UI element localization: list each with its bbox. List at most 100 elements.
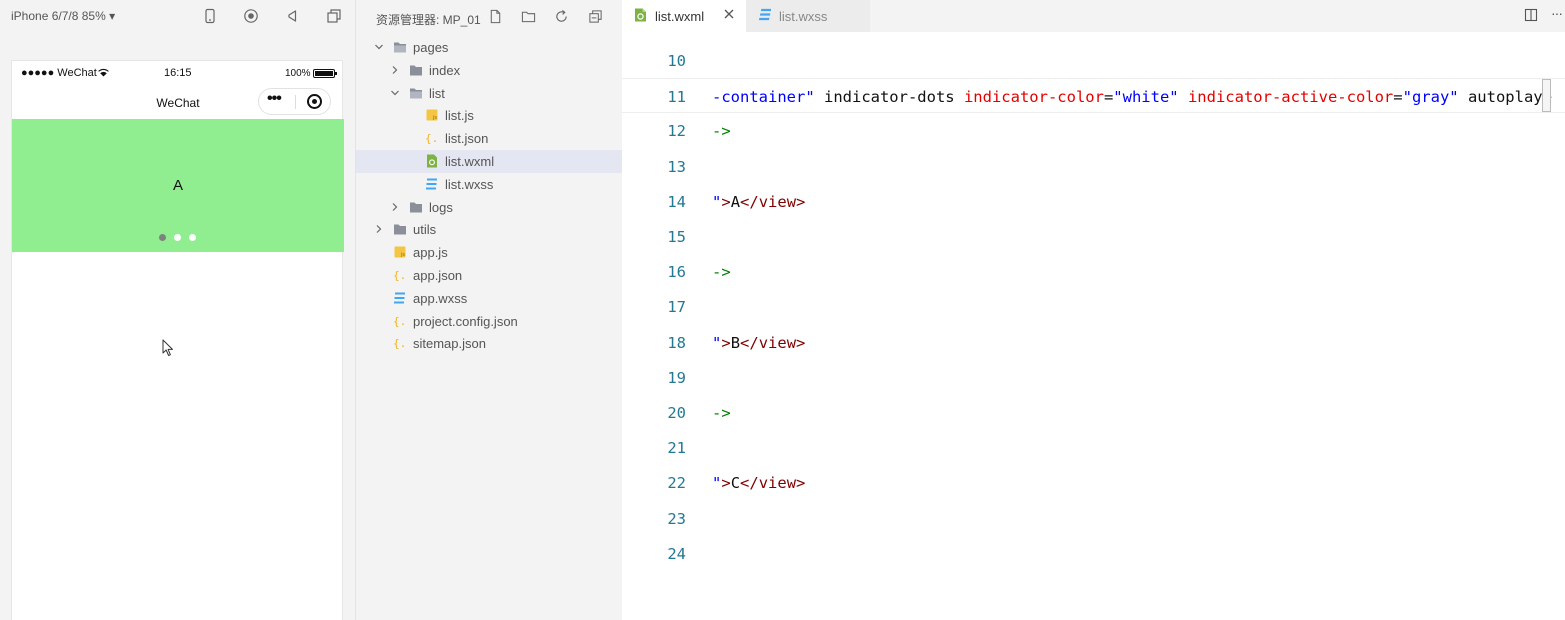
code-token: " (712, 192, 722, 211)
tree-item-list-js[interactable]: js list.js (356, 104, 623, 127)
tree-item-index[interactable]: index (356, 59, 623, 82)
code-area[interactable]: 10 11 -container" indicator-dots indicator… (622, 43, 1565, 620)
close-icon[interactable] (722, 7, 736, 21)
tree-item-label: app.wxss (413, 290, 468, 306)
phone-icon[interactable] (202, 8, 218, 24)
mouse-cursor-icon (162, 339, 173, 356)
line-number: 22 (667, 474, 686, 493)
phone-screen: ●●●●● WeChat 16:15 100% WeChat ••• A (11, 60, 344, 620)
tree-item-project-config-json[interactable]: {..} project.config.json (356, 310, 623, 333)
simulator-panel: iPhone 6/7/8 85% ▾ ●●●●● WeChat 16:15 10… (0, 0, 355, 620)
code-token: " (712, 474, 722, 493)
code-line[interactable]: 23 (622, 501, 1565, 536)
refresh-icon[interactable] (554, 9, 569, 24)
tree-item-label: index (429, 62, 461, 78)
swiper-dot[interactable] (189, 234, 196, 241)
more-dots-icon[interactable]: ••• (267, 90, 282, 108)
tab-list-wxml[interactable]: list.wxml (622, 0, 746, 32)
code-line[interactable]: 20 -> (622, 395, 1565, 430)
folder-open-icon (394, 42, 406, 53)
tab-label: list.wxml (655, 9, 705, 24)
code-line[interactable]: 22 ">C</view> (622, 465, 1565, 500)
chevron-right-icon[interactable] (390, 202, 400, 212)
tree-item-pages[interactable]: pages (356, 36, 623, 59)
code-line[interactable]: 15 (622, 219, 1565, 254)
tree-item-list-wxml[interactable]: list.wxml (356, 150, 623, 173)
chevron-right-icon[interactable] (390, 65, 400, 75)
code-token: -container" (712, 88, 815, 107)
more-actions-icon[interactable]: ··· (1551, 5, 1563, 21)
chevron-right-icon[interactable] (374, 224, 384, 234)
tree-item-utils[interactable]: utils (356, 218, 623, 241)
line-number: 17 (667, 298, 686, 317)
line-number: 14 (667, 192, 686, 211)
code-line[interactable]: 24 (622, 536, 1565, 571)
tree-item-label: project.config.json (413, 313, 518, 329)
line-number: 21 (667, 439, 686, 458)
tree-item-list-wxss[interactable]: list.wxss (356, 173, 623, 196)
status-bar: ●●●●● WeChat 16:15 100% (12, 61, 344, 85)
tree-item-label: list.wxml (445, 154, 495, 169)
tree-item-sitemap-json[interactable]: {..} sitemap.json (356, 332, 623, 355)
carrier-label: ●●●●● WeChat (21, 67, 109, 79)
explorer-panel: 资源管理器: MP_01 pages index list js list.js {..}… (355, 0, 623, 620)
chevron-down-icon[interactable] (390, 88, 400, 98)
code-line[interactable]: 14 ">A</view> (622, 184, 1565, 219)
json-file-icon: {..} (393, 337, 407, 350)
split-editor-icon[interactable] (1524, 8, 1538, 22)
swiper-item-text: A (172, 177, 183, 194)
record-icon[interactable] (243, 8, 259, 24)
code-line[interactable]: 21 (622, 430, 1565, 465)
code-line[interactable]: 13 (622, 149, 1565, 184)
editor-tab-bar: list.wxml list.wxss ··· (622, 0, 1565, 32)
swiper-dot[interactable] (174, 234, 181, 241)
code-token: </view> (740, 333, 806, 352)
menu-capsule[interactable]: ••• (258, 88, 331, 115)
tree-item-app-json[interactable]: {..} app.json (356, 264, 623, 287)
new-file-icon[interactable] (488, 9, 503, 24)
line-content: -> (712, 404, 731, 422)
tree-item-list-json[interactable]: {..} list.json (356, 127, 623, 150)
swiper-dot[interactable] (159, 234, 166, 241)
tree-item-list[interactable]: list (356, 82, 623, 105)
code-line[interactable]: 12 -> (622, 113, 1565, 148)
explorer-title: 资源管理器: MP_01 (376, 13, 481, 27)
code-token: > (721, 192, 731, 211)
battery-percent: 100% (285, 68, 311, 79)
close-miniprogram-icon[interactable] (307, 94, 322, 109)
chevron-down-icon[interactable] (374, 42, 384, 52)
new-folder-icon[interactable] (521, 9, 536, 24)
line-number: 10 (667, 52, 686, 70)
volume-icon[interactable] (284, 8, 300, 24)
tree-item-label: list.js (445, 108, 474, 124)
explorer-header: 资源管理器: MP_01 (356, 0, 623, 34)
device-select[interactable]: iPhone 6/7/8 85% ▾ (11, 9, 115, 23)
line-content: ">A</view> (712, 193, 805, 211)
code-line[interactable]: 10 (622, 43, 1565, 78)
tree-item-label: list (429, 85, 445, 101)
code-editor: list.wxml list.wxss ··· 10 11 -container" … (622, 0, 1565, 620)
swiper[interactable]: A (12, 119, 344, 252)
code-line[interactable]: 11 -container" indicator-dots indicator-c… (622, 78, 1565, 114)
line-number: 16 (667, 263, 686, 282)
line-number: 15 (667, 228, 686, 246)
tree-item-app-js[interactable]: js app.js (356, 241, 623, 264)
collapse-all-icon[interactable] (588, 9, 603, 24)
tree-item-app-wxss[interactable]: app.wxss (356, 287, 623, 310)
line-content: -> (712, 263, 731, 281)
detach-window-icon[interactable] (326, 8, 342, 24)
code-line[interactable]: 16 -> (622, 254, 1565, 289)
tab-list-wxss[interactable]: list.wxss (746, 0, 870, 32)
code-token: indicator-dots (814, 88, 964, 107)
tree-item-logs[interactable]: logs (356, 196, 623, 219)
js-file-icon: js (426, 109, 438, 121)
code-token: > (721, 333, 731, 352)
line-number: 18 (667, 333, 686, 352)
tab-label: list.wxss (779, 9, 828, 24)
line-number: 11 (667, 88, 686, 107)
status-time: 16:15 (164, 67, 192, 79)
code-line[interactable]: 18 ">B</view> (622, 325, 1565, 360)
code-line[interactable]: 19 (622, 360, 1565, 395)
code-line[interactable]: 17 (622, 289, 1565, 324)
